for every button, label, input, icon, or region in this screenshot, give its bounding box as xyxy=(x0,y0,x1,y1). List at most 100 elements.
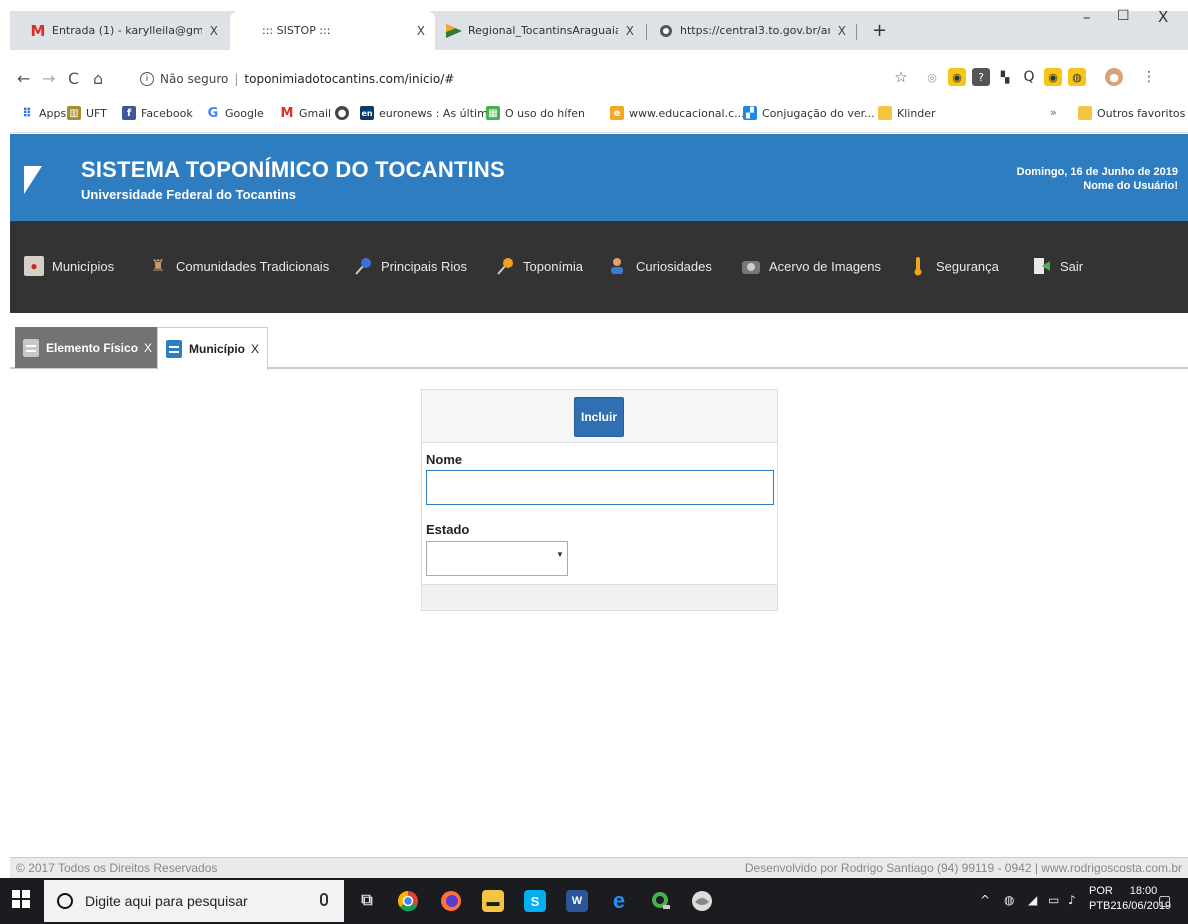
avatar[interactable]: ● xyxy=(1105,68,1123,86)
form-footer xyxy=(422,584,777,610)
incluir-button[interactable]: Incluir xyxy=(574,397,624,437)
apps-grid-icon: ⠿ xyxy=(22,106,32,120)
close-icon[interactable]: X xyxy=(210,24,218,38)
microphone-icon[interactable] xyxy=(320,893,328,906)
address-bar[interactable]: i Não seguro | toponimiadotocantins.com/… xyxy=(140,67,900,91)
other-bookmarks[interactable]: Outros favoritos xyxy=(1078,106,1185,120)
bookmark-label: Conjugação do ver... xyxy=(762,106,875,120)
close-window-button[interactable]: X xyxy=(1158,8,1168,26)
bookmarks-overflow-button[interactable]: » xyxy=(1050,106,1057,119)
browser-tab-sistop[interactable]: ::: SISTOP ::: X xyxy=(230,11,435,50)
browser-tab-gmail[interactable]: M Entrada (1) - karylleila@gmail.co X xyxy=(20,11,228,50)
notification-icon[interactable]: ▢ xyxy=(1158,893,1171,909)
bookmark-globe[interactable]: ● xyxy=(335,106,354,120)
bookmark-label: www.educacional.c... xyxy=(629,106,745,120)
nav-item-municipios[interactable]: ● Municípios xyxy=(24,256,114,276)
search-extension-icon[interactable]: Q xyxy=(1020,68,1038,86)
nav-label: Segurança xyxy=(936,258,999,274)
user-icon xyxy=(608,256,628,276)
nav-label: Principais Rios xyxy=(381,258,467,274)
star-icon[interactable]: ☆ xyxy=(892,68,910,86)
nav-item-acervo[interactable]: Acervo de Imagens xyxy=(741,256,881,276)
nav-item-sair[interactable]: Sair xyxy=(1032,256,1083,276)
browser-tab-title: ::: SISTOP ::: xyxy=(262,24,331,37)
bookmark-uft[interactable]: ▥ UFT xyxy=(67,106,107,120)
plus-icon: + xyxy=(872,20,888,41)
people-icon: ♜ xyxy=(150,258,166,275)
maximize-button[interactable]: ☐ xyxy=(1117,8,1130,24)
info-icon: i xyxy=(140,72,154,86)
bookmark-hifen[interactable]: ▦ O uso do hífen xyxy=(486,106,585,120)
bookmark-educacional[interactable]: e www.educacional.c... xyxy=(610,106,745,120)
reload-icon[interactable]: C xyxy=(68,69,79,88)
task-view-icon[interactable]: ⧉ xyxy=(356,890,378,912)
nav-item-rios[interactable]: Principais Rios xyxy=(353,256,467,276)
browser-tab-regional[interactable]: Regional_TocantinsAraguaia_23x X xyxy=(436,11,644,50)
battery-icon[interactable]: ▭ xyxy=(1048,893,1059,907)
home-icon[interactable]: ⌂ xyxy=(93,69,103,88)
close-icon[interactable]: X xyxy=(626,24,634,38)
app-icon[interactable] xyxy=(691,890,713,912)
extension-icon[interactable]: ◉ xyxy=(1044,68,1062,86)
extension-icon[interactable]: ? xyxy=(972,68,990,86)
bookmark-gmail[interactable]: M Gmail xyxy=(280,106,332,121)
bookmark-klinder[interactable]: Klinder xyxy=(878,106,936,120)
browser-tab-central3[interactable]: https://central3.to.gov.br/arquivo X xyxy=(648,11,856,50)
folder-icon xyxy=(878,106,892,120)
windows-start-icon[interactable] xyxy=(12,890,30,908)
educacional-icon: e xyxy=(610,106,624,120)
taskbar-search[interactable]: Digite aqui para pesquisar xyxy=(44,880,344,922)
new-tab-button[interactable]: + xyxy=(862,11,892,50)
nav-item-comunidades[interactable]: ♜ Comunidades Tradicionais xyxy=(148,256,329,276)
firefox-icon[interactable] xyxy=(440,890,462,912)
puzzle-icon: ▦ xyxy=(486,106,500,120)
chevron-up-icon[interactable]: ^ xyxy=(980,893,990,907)
tab-elemento-fisico[interactable]: Elemento Físico X xyxy=(15,327,161,368)
close-icon[interactable]: X xyxy=(251,342,259,356)
nav-item-curiosidades[interactable]: Curiosidades xyxy=(608,256,712,276)
chrome-icon[interactable] xyxy=(397,890,419,912)
tray-app-icon[interactable]: ◍ xyxy=(1004,893,1014,907)
cortana-icon xyxy=(57,893,73,909)
bookmark-google[interactable]: G Google xyxy=(206,106,264,121)
close-icon[interactable]: X xyxy=(838,24,846,38)
extension-icon[interactable]: ◉ xyxy=(948,68,966,86)
gmail-icon: M xyxy=(30,21,46,40)
extension-icon[interactable]: ◍ xyxy=(1068,68,1086,86)
bookmark-apps[interactable]: ⠿ Apps xyxy=(20,106,66,120)
file-explorer-icon[interactable]: ▬ xyxy=(482,890,504,912)
extension-icon[interactable]: ◎ xyxy=(923,68,941,86)
nav-item-seguranca[interactable]: Segurança xyxy=(908,256,999,276)
estado-select[interactable] xyxy=(426,541,568,576)
form-icon xyxy=(23,338,39,357)
nome-input[interactable] xyxy=(426,470,774,505)
pushpin-icon xyxy=(353,256,373,276)
extension-icon[interactable]: ▚ xyxy=(996,68,1014,86)
wifi-icon[interactable]: ◢ xyxy=(1028,893,1037,907)
skype-icon[interactable]: S xyxy=(524,890,546,912)
browser-tab-title: https://central3.to.gov.br/arquivo xyxy=(680,24,830,37)
word-icon[interactable]: W xyxy=(566,890,588,912)
building-icon: ▥ xyxy=(67,106,81,120)
close-icon[interactable]: X xyxy=(144,341,152,355)
back-arrow-icon[interactable]: ← xyxy=(17,69,30,88)
bookmark-label: Facebook xyxy=(141,106,193,120)
language-code: POR xyxy=(1089,885,1113,897)
minimize-button[interactable]: – xyxy=(1083,8,1091,26)
language-indicator[interactable]: POR PTB2 xyxy=(1089,884,1117,914)
close-icon[interactable]: X xyxy=(417,24,425,38)
bookmark-label: Klinder xyxy=(897,106,936,120)
tab-municipio[interactable]: Município X xyxy=(157,327,269,370)
menu-kebab-icon[interactable]: ⋮ xyxy=(1140,68,1158,86)
volume-icon[interactable]: ♪ xyxy=(1068,893,1076,907)
bookmark-euronews[interactable]: en euronews : As últim... xyxy=(360,106,498,120)
browser-tab-title: Entrada (1) - karylleila@gmail.co xyxy=(52,24,202,37)
forward-arrow-icon[interactable]: → xyxy=(42,69,55,88)
pushpin-icon xyxy=(495,256,515,276)
app-icon[interactable] xyxy=(650,890,672,912)
bookmark-conjugacao[interactable]: ▞ Conjugação do ver... xyxy=(743,106,875,120)
bookmark-facebook[interactable]: f Facebook xyxy=(122,106,193,120)
nav-item-toponimia[interactable]: Toponímia xyxy=(495,256,583,276)
edge-icon[interactable]: e xyxy=(608,888,630,913)
bookmark-label: O uso do hífen xyxy=(505,106,585,120)
